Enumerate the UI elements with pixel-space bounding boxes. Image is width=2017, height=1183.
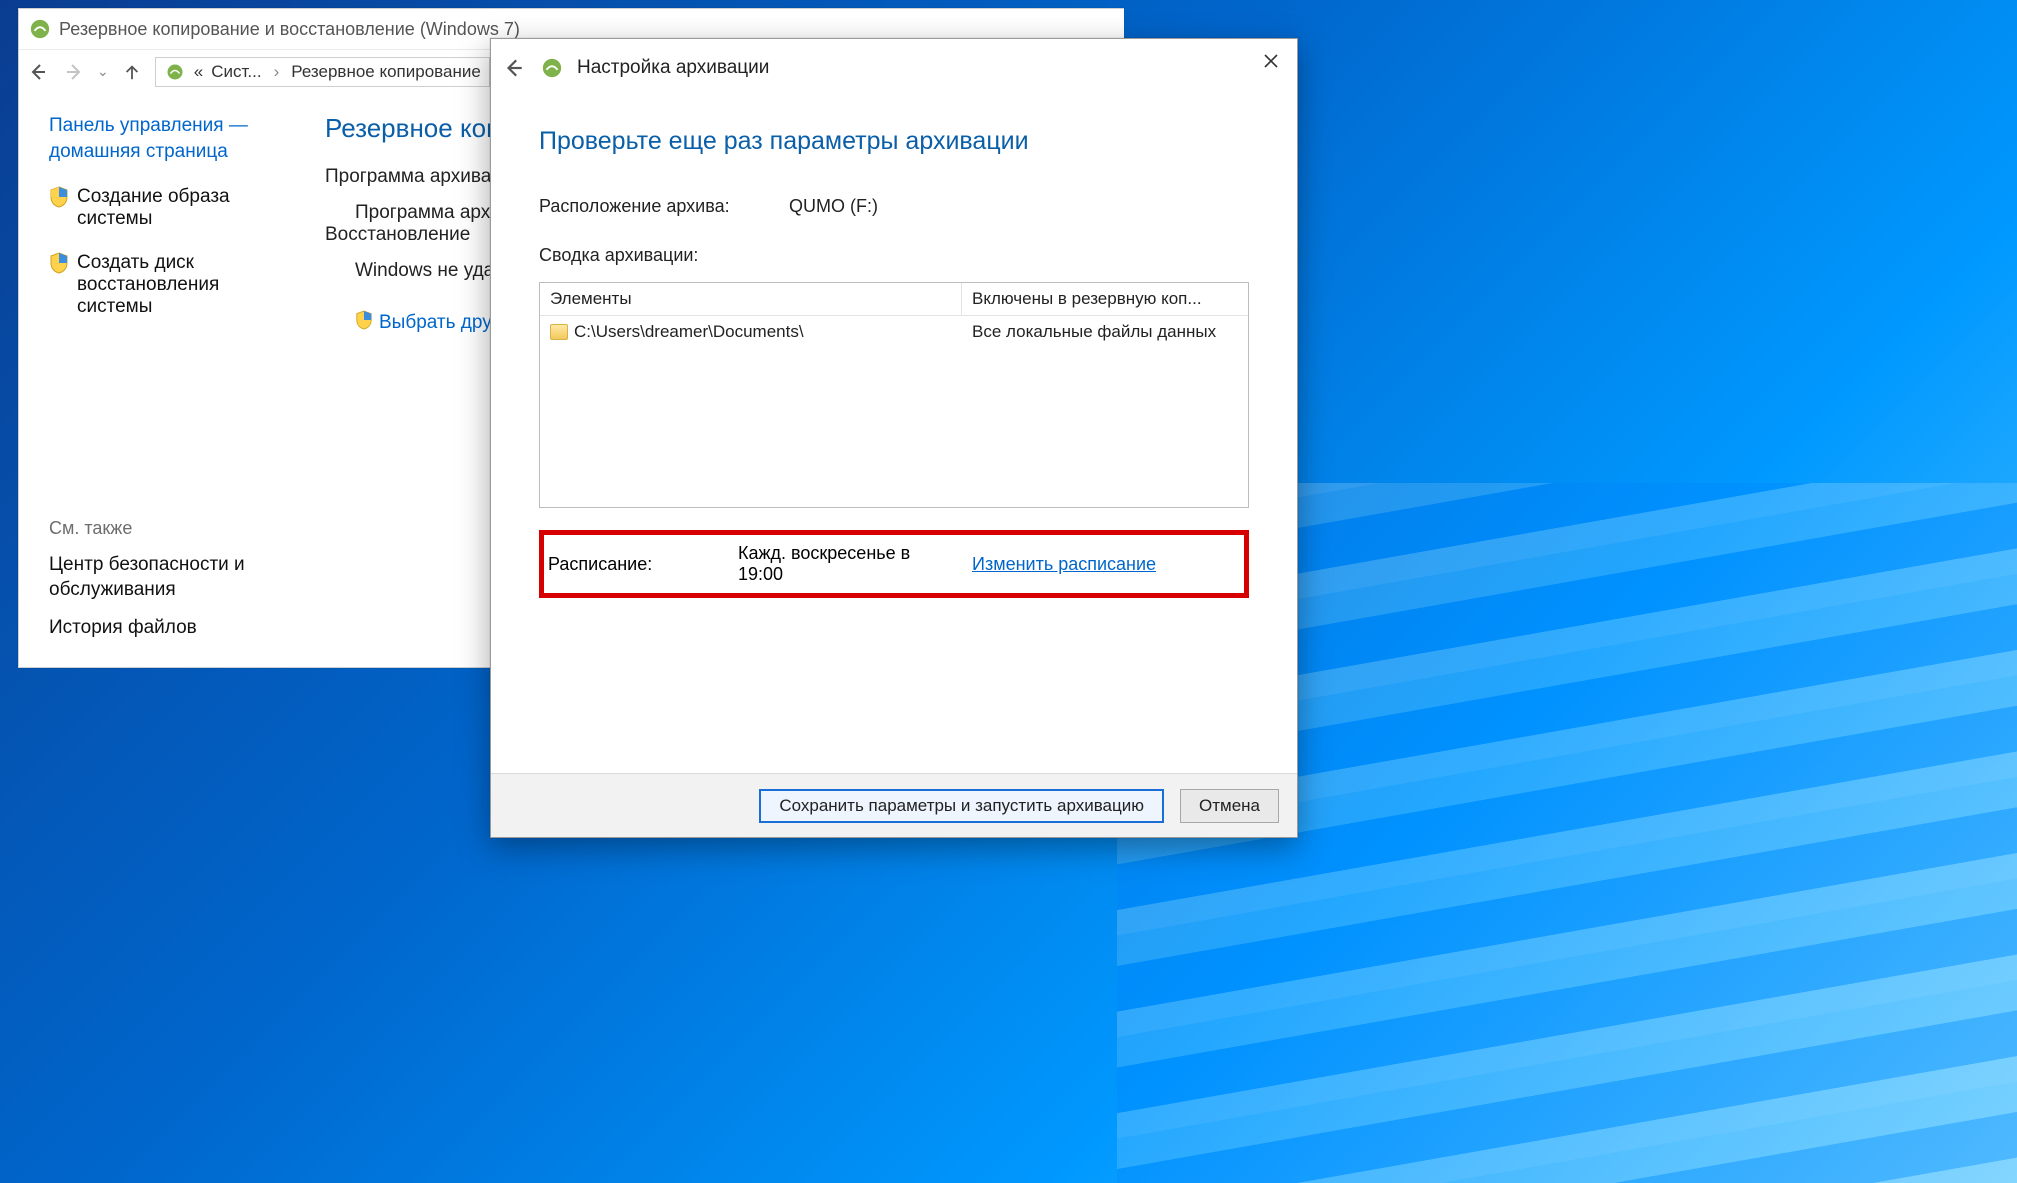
nav-history-dropdown[interactable]: ⌄: [97, 63, 109, 80]
see-also-section: См. также Центр безопасности и обслужива…: [49, 518, 297, 655]
col-items[interactable]: Элементы: [540, 283, 962, 315]
wizard-header: Настройка архивации: [491, 39, 1297, 97]
wizard-heading: Проверьте еще раз параметры архивации: [539, 127, 1249, 156]
change-schedule-link[interactable]: Изменить расписание: [972, 554, 1156, 575]
backup-center-icon: [541, 57, 563, 79]
choose-another-backup-link[interactable]: Выбрать дру: [355, 312, 492, 333]
choose-another-backup-label: Выбрать дру: [379, 312, 492, 333]
close-button[interactable]: [1251, 45, 1291, 77]
see-also-link-filehistory[interactable]: История файлов: [49, 616, 297, 641]
summary-label: Сводка архивации:: [539, 245, 1249, 266]
shield-icon: [355, 310, 375, 332]
backup-wizard-dialog: Настройка архивации Проверьте еще раз па…: [490, 38, 1298, 838]
backup-location-value: QUMO (F:): [789, 196, 1249, 217]
cancel-button[interactable]: Отмена: [1180, 789, 1279, 823]
breadcrumb-seg2[interactable]: Резервное копирование: [291, 62, 481, 82]
breadcrumb-seg1[interactable]: Сист...: [211, 62, 261, 82]
left-pane: Панель управления — домашняя страница Со…: [19, 93, 319, 667]
wizard-body: Проверьте еще раз параметры архивации Ра…: [491, 97, 1297, 773]
schedule-value: Кажд. воскресенье в 19:00: [738, 543, 960, 585]
task-label: Создание образа системы: [77, 186, 297, 230]
wizard-title: Настройка архивации: [577, 57, 769, 79]
summary-row[interactable]: C:\Users\dreamer\Documents\ Все локальны…: [540, 316, 1248, 348]
summary-item-path: C:\Users\dreamer\Documents\: [574, 322, 804, 342]
summary-item-included: Все локальные файлы данных: [962, 316, 1248, 348]
summary-header-row: Элементы Включены в резервную коп...: [540, 283, 1248, 316]
window-title: Резервное копирование и восстановление (…: [59, 19, 520, 40]
nav-back-button[interactable]: [25, 59, 51, 85]
summary-list[interactable]: Элементы Включены в резервную коп... C:\…: [539, 282, 1249, 508]
folder-icon: [550, 324, 568, 340]
backup-location-key: Расположение архива:: [539, 196, 789, 217]
task-create-recovery-disk[interactable]: Создать диск восстановления системы: [49, 252, 297, 318]
shield-icon: [49, 186, 69, 208]
breadcrumb-chevron-icon[interactable]: ›: [270, 62, 284, 82]
schedule-key: Расписание:: [548, 554, 734, 575]
schedule-row-highlight: Расписание: Кажд. воскресенье в 19:00 Из…: [539, 530, 1249, 598]
see-also-header: См. также: [49, 518, 297, 539]
col-included[interactable]: Включены в резервную коп...: [962, 283, 1248, 315]
task-create-system-image[interactable]: Создание образа системы: [49, 186, 297, 230]
nav-up-button[interactable]: [119, 59, 145, 85]
control-panel-home-link[interactable]: Панель управления — домашняя страница: [49, 113, 297, 164]
address-field[interactable]: « Сист... › Резервное копирование: [155, 57, 490, 87]
nav-forward-button[interactable]: [61, 59, 87, 85]
wizard-footer: Сохранить параметры и запустить архиваци…: [491, 773, 1297, 837]
backup-center-icon: [29, 18, 51, 40]
backup-center-icon: [164, 61, 186, 83]
breadcrumb-prefix: «: [194, 62, 203, 82]
wizard-back-button[interactable]: [501, 55, 527, 81]
task-label: Создать диск восстановления системы: [77, 252, 297, 318]
shield-icon: [49, 252, 69, 274]
save-and-run-button[interactable]: Сохранить параметры и запустить архиваци…: [759, 789, 1164, 823]
see-also-link-security[interactable]: Центр безопасности и обслуживания: [49, 553, 297, 602]
